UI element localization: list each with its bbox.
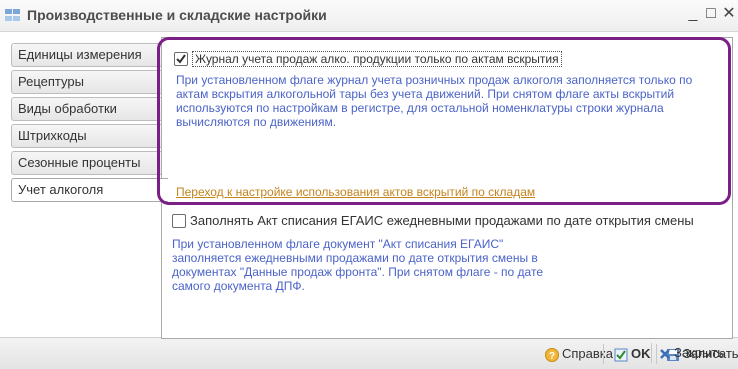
tab-recipes[interactable]: Рецептуры — [11, 70, 161, 94]
app-icon — [5, 9, 20, 21]
window-title: Производственные и складские настройки — [27, 7, 327, 23]
highlighted-option-group: Журнал учета продаж алко. продукции толь… — [157, 37, 731, 205]
opening-acts-checkbox[interactable] — [174, 52, 188, 66]
ok-label: OK — [631, 346, 651, 361]
tab-processing-types[interactable]: Виды обработки — [11, 97, 161, 121]
egais-writeoff-label[interactable]: Заполнять Акт списания ЕГАИС ежедневными… — [190, 213, 694, 228]
footer-toolbar: ? Справка OK Записать — [0, 337, 738, 369]
help-icon: ? — [545, 347, 559, 362]
opening-acts-label[interactable]: Журнал учета продаж алко. продукции толь… — [192, 51, 562, 67]
ok-button[interactable]: OK — [614, 345, 651, 363]
maximize-button[interactable]: □ — [702, 4, 720, 24]
opening-acts-description: При установленном флаге журнал учета роз… — [176, 73, 693, 129]
title-bar: Производственные и складские настройки _… — [0, 0, 738, 32]
separator — [603, 344, 604, 364]
settings-tabs: Единицы измерения Рецептуры Виды обработ… — [11, 43, 168, 205]
close-icon — [660, 348, 670, 359]
opening-acts-settings-link[interactable]: Переход к настройке использования актов … — [176, 185, 535, 199]
close-button[interactable]: Закрыть — [659, 344, 724, 362]
check-document-icon — [614, 348, 628, 362]
tab-barcodes[interactable]: Штрихкоды — [11, 124, 161, 148]
tab-units[interactable]: Единицы измерения — [11, 43, 161, 67]
separator — [656, 344, 657, 364]
settings-window: Производственные и складские настройки _… — [0, 0, 738, 369]
separator — [651, 343, 652, 363]
svg-text:?: ? — [549, 351, 555, 362]
close-label: Закрыть — [674, 345, 725, 360]
tab-seasonal-percents[interactable]: Сезонные проценты — [11, 151, 161, 175]
egais-writeoff-description: При установленном флаге документ "Акт сп… — [172, 237, 543, 293]
help-label: Справка — [562, 346, 613, 361]
checkmark-icon — [176, 54, 186, 64]
tab-alcohol-accounting[interactable]: Учет алкоголя — [11, 178, 168, 202]
minimize-button[interactable]: _ — [684, 4, 702, 24]
egais-writeoff-checkbox[interactable] — [172, 214, 186, 228]
close-window-button[interactable]: ✕ — [720, 4, 738, 24]
